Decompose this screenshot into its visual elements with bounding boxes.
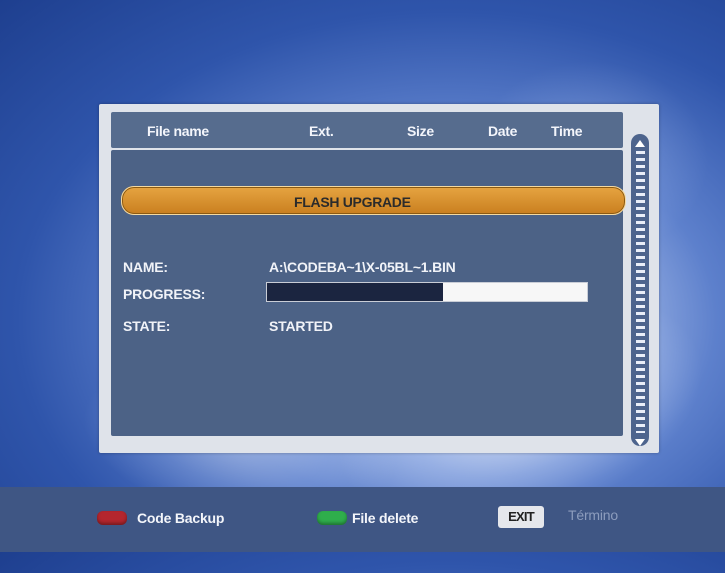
column-size: Size — [407, 123, 434, 139]
red-key-icon[interactable] — [97, 511, 127, 525]
name-label: NAME: — [123, 259, 168, 275]
code-backup-label[interactable]: Code Backup — [137, 510, 224, 526]
file-browser-panel: File name Ext. Size Date Time — [99, 104, 659, 453]
column-file-name: File name — [147, 123, 209, 139]
exit-key[interactable]: EXIT — [498, 506, 544, 528]
column-date: Date — [488, 123, 518, 139]
state-value: STARTED — [269, 318, 333, 334]
green-key-icon[interactable] — [317, 511, 347, 525]
file-delete-label[interactable]: File delete — [352, 510, 418, 526]
dialog-title: FLASH UPGRADE — [294, 194, 411, 210]
scroll-track — [635, 151, 645, 433]
state-label: STATE: — [123, 318, 171, 334]
scrollbar[interactable] — [631, 134, 649, 446]
column-time: Time — [551, 123, 583, 139]
name-value: A:\CODEBA~1\X-05BL~1.BIN — [269, 259, 456, 275]
exit-label[interactable]: Término — [568, 507, 618, 523]
column-header: File name Ext. Size Date Time — [111, 112, 623, 148]
column-ext: Ext. — [309, 123, 334, 139]
flash-upgrade-title-bar: FLASH UPGRADE — [121, 186, 626, 215]
progress-bar — [266, 282, 588, 302]
progress-bar-fill — [267, 283, 443, 301]
scroll-up-icon[interactable] — [635, 140, 645, 147]
progress-label: PROGRESS: — [123, 286, 206, 302]
scroll-down-icon[interactable] — [635, 439, 645, 446]
